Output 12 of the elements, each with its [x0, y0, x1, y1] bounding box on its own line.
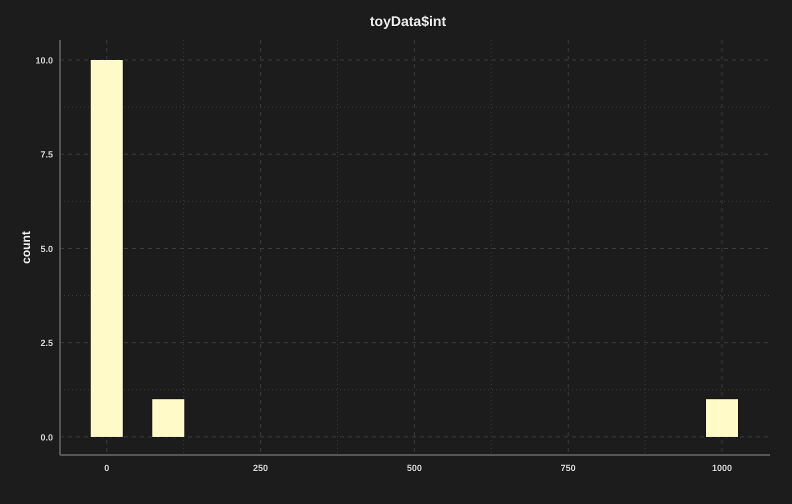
axis-label: count — [19, 231, 33, 264]
tick-label: 2.5 — [40, 338, 53, 348]
tick-label: 250 — [253, 463, 268, 473]
tick-label: 0 — [104, 463, 110, 473]
tick-label: 5.0 — [40, 244, 53, 254]
tick-label: 7.5 — [40, 150, 53, 160]
tick-label: 0.0 — [40, 432, 53, 442]
chart-title: toyData$int — [370, 13, 446, 29]
tick-label: 750 — [560, 463, 576, 473]
tick-label: 1000 — [712, 463, 732, 473]
tick-label: 500 — [406, 463, 422, 473]
tick-label: 10.0 — [35, 55, 53, 66]
